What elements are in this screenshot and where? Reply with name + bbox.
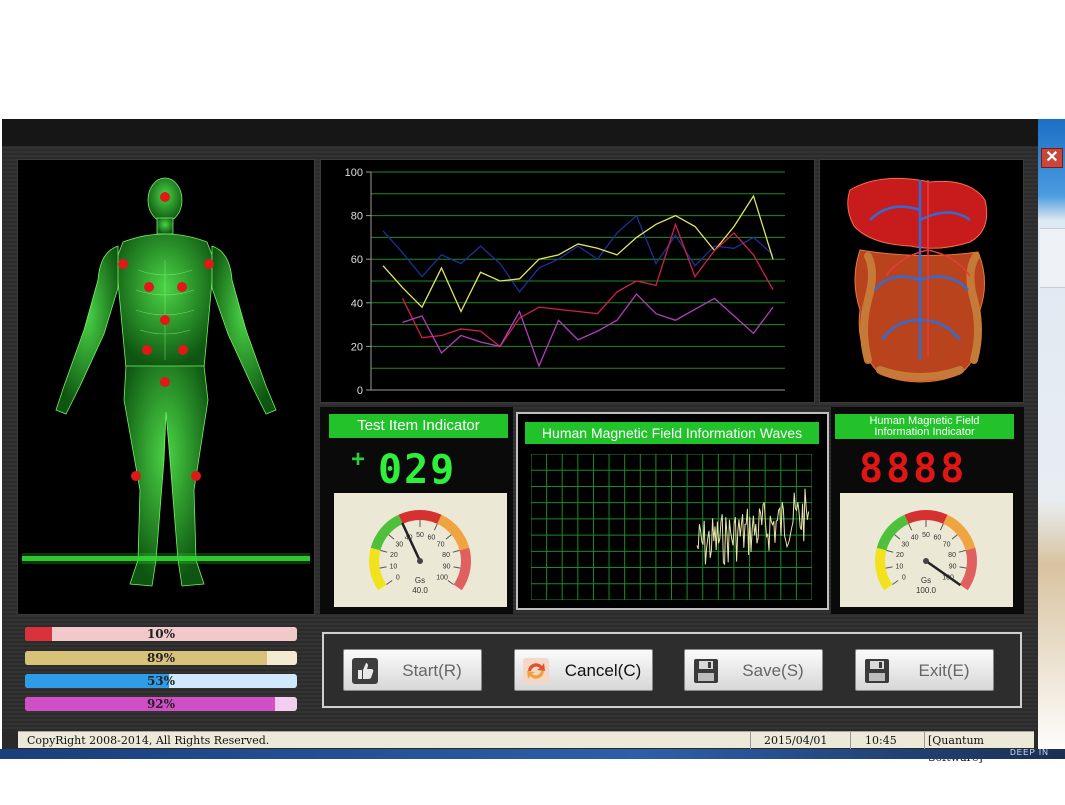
progress-bar-1: 10% bbox=[25, 627, 297, 641]
progress-label: 10% bbox=[146, 627, 176, 641]
close-button[interactable]: ✕ bbox=[1041, 148, 1063, 168]
start-button-label: Start(R) bbox=[402, 661, 462, 680]
gauge-tick-label: 60 bbox=[934, 535, 942, 542]
magnetic-field-indicator: Human Magnetic Field Information Indicat… bbox=[831, 407, 1024, 614]
gs-gauge: 0102030405060708090100Gs40.0 bbox=[334, 493, 507, 607]
gauge-tick-label: 80 bbox=[948, 552, 956, 559]
gauge-hub bbox=[923, 558, 929, 564]
gauge-value: 40.0 bbox=[412, 586, 428, 595]
gauge-tick-label: 20 bbox=[896, 552, 904, 559]
magnetic-field-indicator-title: Human Magnetic Field Information Indicat… bbox=[835, 414, 1014, 439]
progress-label: 89% bbox=[146, 651, 176, 665]
y-tick-label: 60 bbox=[351, 254, 363, 266]
gauge-value: 100.0 bbox=[916, 586, 937, 595]
gauge-band bbox=[398, 510, 442, 524]
gauge-tick-label: 50 bbox=[416, 532, 424, 539]
cancel-button-label: Cancel(C) bbox=[564, 661, 642, 680]
gauge-tick-label: 70 bbox=[943, 542, 951, 549]
y-tick-label: 20 bbox=[351, 341, 363, 353]
background-window-edge bbox=[1040, 228, 1065, 288]
taskbar[interactable] bbox=[0, 749, 1065, 759]
exit-button-label: Exit(E) bbox=[918, 661, 970, 680]
test-item-digits: 029 bbox=[378, 447, 457, 493]
y-tick-label: 100 bbox=[345, 167, 363, 179]
start-button[interactable]: Start(R) bbox=[343, 649, 482, 691]
gauge-tick-label: 60 bbox=[428, 535, 436, 542]
gauge-tick-label: 0 bbox=[396, 574, 400, 581]
gauge-unit: Gs bbox=[921, 576, 931, 585]
gs-gauge: 0102030405060708090100Gs100.0 bbox=[840, 493, 1013, 607]
series-line bbox=[382, 194, 774, 314]
waveform bbox=[696, 488, 810, 566]
save-button-label: Save(S) bbox=[742, 661, 804, 680]
gauge-tick-label: 80 bbox=[442, 552, 450, 559]
waves-panel: Human Magnetic Field Information Waves bbox=[516, 412, 829, 610]
progress-bar-2: 89% bbox=[25, 651, 297, 665]
progress-label: 53% bbox=[146, 674, 176, 688]
gauge-tick-label: 50 bbox=[922, 532, 930, 539]
test-item-indicator: Test Item Indicator + 029 01020304050607… bbox=[320, 407, 513, 614]
y-tick-label: 0 bbox=[357, 385, 363, 397]
progress-bar-4: 92% bbox=[25, 697, 297, 711]
gauge-tick-label: 90 bbox=[949, 564, 957, 571]
floppy-disk-icon bbox=[694, 659, 718, 683]
wave-graph bbox=[531, 454, 812, 600]
gauge-tick-label: 20 bbox=[390, 552, 398, 559]
thumbs-up-icon bbox=[352, 658, 378, 684]
gauge-unit: Gs bbox=[415, 576, 425, 585]
gauge-band bbox=[904, 510, 948, 524]
body-figure-panel bbox=[17, 159, 315, 615]
gauge-tick-label: 10 bbox=[896, 564, 904, 571]
gauge-tick-label: 70 bbox=[437, 542, 445, 549]
gauge-tick-label: 30 bbox=[395, 542, 403, 549]
human-body-illustration bbox=[22, 177, 310, 587]
gauge-tick-label: 90 bbox=[443, 564, 451, 571]
desktop-background bbox=[1038, 119, 1065, 755]
title-line2: Information Indicator bbox=[874, 426, 975, 438]
series-line bbox=[401, 222, 774, 348]
line-chart-panel: 0 20 40 60 80 100 bbox=[320, 159, 815, 403]
status-app-name: [Quantum Software] bbox=[924, 732, 1038, 764]
save-button[interactable]: Save(S) bbox=[684, 649, 823, 691]
magnetic-field-digits: 8888 bbox=[859, 446, 968, 492]
exit-button[interactable]: Exit(E) bbox=[855, 649, 994, 691]
indicator-sign: + bbox=[351, 446, 366, 473]
copyright-text: CopyRight 2008-2014, All Rights Reserved… bbox=[27, 734, 270, 747]
organ-panel bbox=[819, 159, 1024, 403]
series-line bbox=[382, 214, 774, 293]
gauge-tick-label: 10 bbox=[390, 564, 398, 571]
floppy-disk-icon bbox=[865, 659, 889, 683]
gauge-tick-label: 0 bbox=[902, 574, 906, 581]
y-tick-label: 40 bbox=[351, 298, 363, 310]
organ-illustration bbox=[847, 177, 988, 383]
test-item-indicator-title: Test Item Indicator bbox=[329, 414, 508, 438]
status-bar: CopyRight 2008-2014, All Rights Reserved… bbox=[18, 731, 1034, 764]
cancel-button[interactable]: Cancel(C) bbox=[514, 649, 653, 691]
y-tick-label: 80 bbox=[351, 211, 363, 223]
waves-title: Human Magnetic Field Information Waves bbox=[525, 422, 819, 444]
refresh-icon bbox=[523, 658, 549, 684]
gauge-tick-label: 100 bbox=[436, 574, 448, 581]
progress-bar-3: 53% bbox=[25, 674, 297, 688]
line-chart: 0 20 40 60 80 100 bbox=[345, 167, 785, 397]
progress-label: 92% bbox=[146, 697, 176, 711]
status-date: 2015/04/01 bbox=[750, 732, 864, 749]
gauge-tick-label: 30 bbox=[901, 542, 909, 549]
taskbar-brand: DEEP IN bbox=[1010, 748, 1049, 757]
gauge-hub bbox=[417, 558, 423, 564]
title-bar[interactable] bbox=[2, 119, 1038, 146]
gauge-tick-label: 40 bbox=[911, 535, 919, 542]
